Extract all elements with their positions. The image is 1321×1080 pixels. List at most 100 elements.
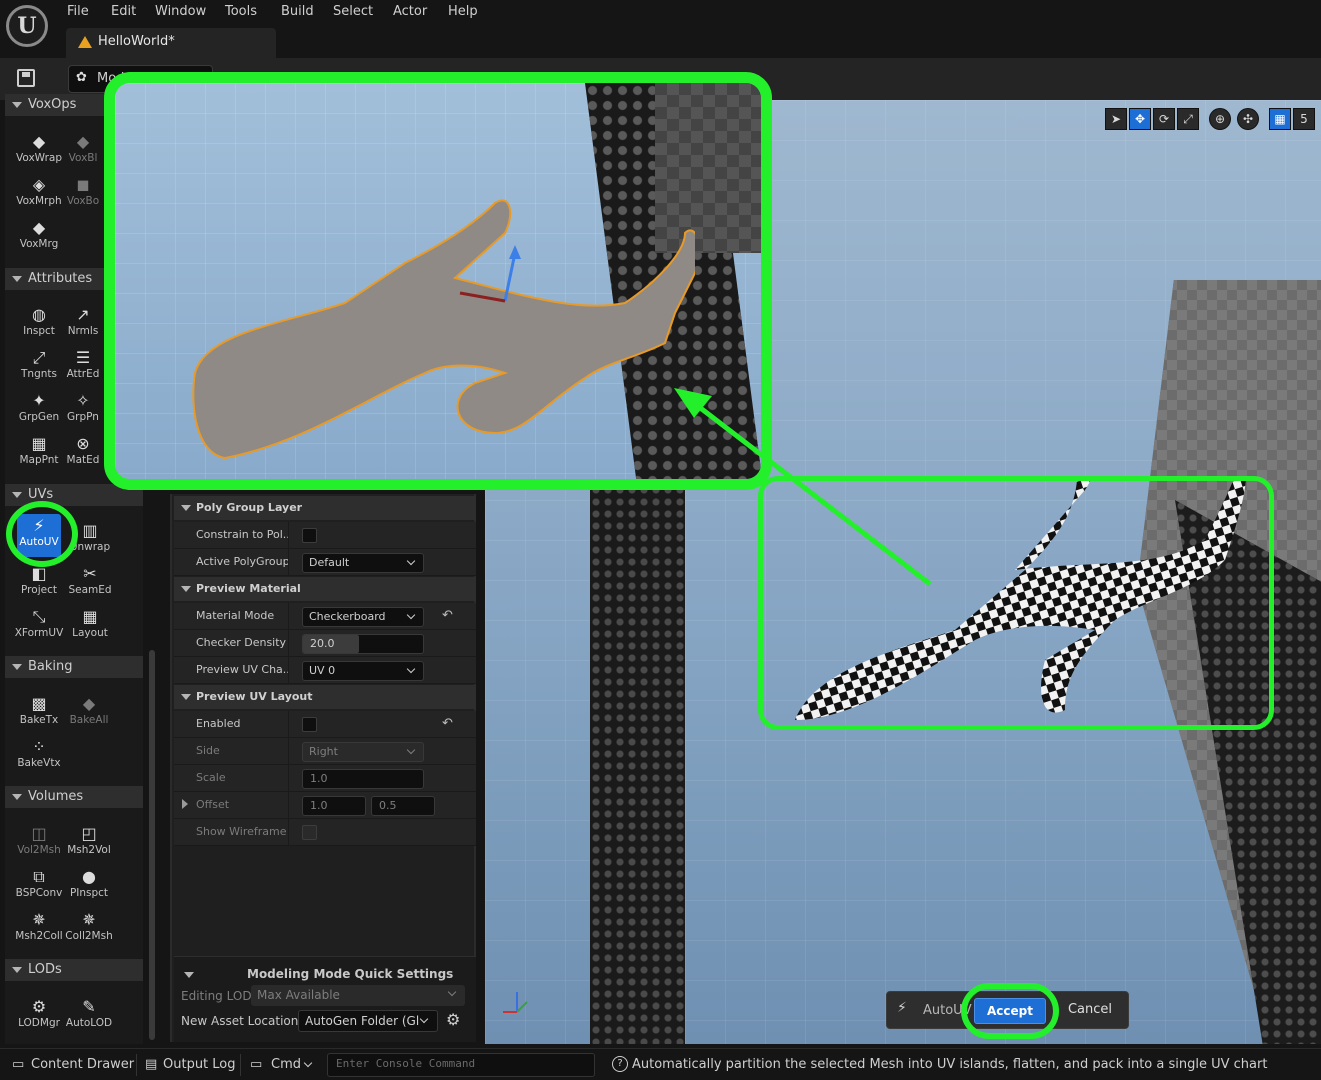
menu-window[interactable]: Window [155, 4, 206, 19]
preview-uv-channel-dropdown[interactable]: UV 0 [302, 661, 424, 681]
row-enabled: Enabled ↶ [174, 711, 476, 738]
section-lods[interactable]: LODs [5, 959, 143, 981]
palette-scrollbar[interactable] [149, 650, 155, 1040]
seam-edit-icon: ✂ [83, 564, 97, 583]
world-space-icon[interactable]: ⊕ [1209, 108, 1231, 130]
surface-snap-icon[interactable]: ✣ [1237, 108, 1259, 130]
tool-layout[interactable]: ▦ Layout [65, 605, 115, 647]
category-poly-group-layer[interactable]: Poly Group Layer [174, 496, 476, 520]
document-tab-label: HelloWorld* [98, 34, 175, 49]
rotate-icon[interactable]: ⟳ [1153, 108, 1175, 130]
row-active-polygroup: Active PolyGroup Default [174, 549, 476, 576]
tool-details-panel: Poly Group Layer Constrain to Pol... Act… [170, 494, 476, 1042]
tool-material-editor[interactable]: ⊗ MatEd [63, 432, 103, 474]
checker-density-input[interactable]: 20.0 [302, 634, 424, 654]
cancel-button[interactable]: Cancel [1057, 998, 1123, 1024]
menu-help[interactable]: Help [448, 4, 478, 19]
section-volumes[interactable]: Volumes [5, 786, 143, 808]
chevron-down-icon [406, 556, 416, 566]
output-log-button[interactable]: Output Log [163, 1057, 236, 1072]
tool-lod-manager[interactable]: ⚙ LODMgr [14, 995, 64, 1037]
bake-all-icon: ◆ [82, 694, 96, 713]
tool-inspect[interactable]: ◍ Inspct [14, 303, 64, 345]
scale-icon[interactable]: ⤢ [1177, 108, 1199, 130]
category-preview-uv-layout[interactable]: Preview UV Layout [174, 685, 476, 709]
enabled-checkbox[interactable] [302, 717, 317, 732]
new-asset-location-dropdown[interactable]: AutoGen Folder (Gl [298, 1010, 438, 1032]
content-drawer-button[interactable]: Content Drawer [31, 1057, 134, 1072]
tool-group-paint[interactable]: ✧ GrpPn [63, 389, 103, 431]
show-wireframe-checkbox[interactable] [302, 825, 317, 840]
side-dropdown[interactable]: Right [302, 742, 424, 762]
row-scale: Scale 1.0 [174, 765, 476, 792]
tool-coll2msh[interactable]: ✵ Coll2Msh [64, 908, 114, 950]
vol2msh-icon: ◫ [31, 824, 47, 843]
tool-voxboolean[interactable]: ◼ VoxBo [63, 173, 103, 215]
content-drawer-icon: ▭ [12, 1057, 25, 1072]
viewport-toolbar: ➤ ✥ ⟳ ⤢ ⊕ ✣ ▦ 5 [1105, 108, 1317, 130]
tool-transform-uv[interactable]: ⤡ XFormUV [14, 605, 64, 647]
tool-auto-lod[interactable]: ✎ AutoLOD [64, 995, 114, 1037]
reset-icon[interactable]: ↶ [442, 716, 453, 731]
tool-bake-vertex[interactable]: ⁘ BakeVtx [14, 735, 64, 777]
selected-mesh [192, 199, 695, 460]
material-mode-dropdown[interactable]: Checkerboard [302, 607, 424, 627]
tool-voxblend[interactable]: ◆ VoxBl [63, 130, 103, 172]
category-preview-material[interactable]: Preview Material [174, 577, 476, 601]
section-baking[interactable]: Baking [5, 656, 143, 678]
grid-snap-icon[interactable]: ▦ [1269, 108, 1291, 130]
editing-lod-dropdown[interactable]: Max Available [251, 985, 465, 1006]
tool-tangents[interactable]: ⤢ Tngnts [14, 346, 64, 388]
tool-msh2coll[interactable]: ✵ Msh2Coll [14, 908, 64, 950]
modeling-mode-icon: ✿ [76, 70, 87, 85]
menu-build[interactable]: Build [281, 4, 314, 19]
tool-bsp-convert[interactable]: ⧉ BSPConv [14, 865, 64, 907]
constrain-checkbox[interactable] [302, 528, 317, 543]
grid-snap-value[interactable]: 5 [1293, 108, 1315, 130]
select-mode-icon[interactable]: ➤ [1105, 108, 1127, 130]
active-polygroup-dropdown[interactable]: Default [302, 553, 424, 573]
offset-y-input[interactable]: 0.5 [371, 796, 435, 816]
tool-normals[interactable]: ↗ Nrmls [63, 303, 103, 345]
chevron-down-icon [419, 1014, 429, 1024]
expand-arrow-icon[interactable] [182, 799, 188, 809]
document-tab[interactable]: HelloWorld* [66, 28, 276, 58]
row-preview-uv-channel: Preview UV Cha... UV 0 [174, 657, 476, 684]
tool-project[interactable]: ◧ Project [14, 562, 64, 604]
new-asset-location-label: New Asset Location [181, 1014, 299, 1028]
accept-highlight-ring [961, 983, 1059, 1039]
tool-group-gen[interactable]: ✦ GrpGen [14, 389, 64, 431]
console-command-input[interactable]: Enter Console Command [327, 1053, 595, 1077]
tool-voxmorph[interactable]: ◈ VoxMrph [14, 173, 64, 215]
cmd-selector[interactable]: Cmd [271, 1057, 301, 1072]
tool-bake-all[interactable]: ◆ BakeAll [64, 692, 114, 734]
collapse-arrow-icon[interactable] [184, 972, 194, 978]
gear-icon[interactable]: ⚙ [446, 1010, 460, 1029]
level-icon [78, 36, 92, 48]
menu-actor[interactable]: Actor [393, 4, 427, 19]
tool-physics-inspect[interactable]: ● PInspct [64, 865, 114, 907]
chevron-down-icon[interactable] [303, 1058, 313, 1068]
voxwrap-icon: ◆ [32, 132, 46, 151]
translate-icon[interactable]: ✥ [1129, 108, 1151, 130]
autouv-icon: ⚡ [897, 1000, 907, 1016]
tool-bake-texture[interactable]: ▩ BakeTx [14, 692, 64, 734]
unreal-logo-icon[interactable]: U [6, 5, 48, 47]
tool-voxwrap[interactable]: ◆ VoxWrap [14, 130, 64, 172]
reset-icon[interactable]: ↶ [442, 608, 453, 623]
menu-edit[interactable]: Edit [111, 4, 136, 19]
tool-msh2vol[interactable]: ◰ Msh2Vol [64, 822, 114, 864]
tool-voxmerge[interactable]: ◆ VoxMrg [14, 216, 64, 258]
tool-vol2msh[interactable]: ◫ Vol2Msh [14, 822, 64, 864]
scale-input[interactable]: 1.0 [302, 769, 424, 789]
output-log-icon: ▤ [145, 1057, 158, 1072]
axis-gizmo-icon [503, 992, 528, 1013]
tool-map-paint[interactable]: ▦ MapPnt [14, 432, 64, 474]
tool-seam-edit[interactable]: ✂ SeamEd [65, 562, 115, 604]
tool-attribute-editor[interactable]: ☰ AttrEd [63, 346, 103, 388]
menu-file[interactable]: File [67, 4, 89, 19]
save-icon[interactable] [17, 69, 35, 87]
menu-tools[interactable]: Tools [225, 4, 257, 19]
menu-select[interactable]: Select [333, 4, 373, 19]
offset-x-input[interactable]: 1.0 [302, 796, 366, 816]
